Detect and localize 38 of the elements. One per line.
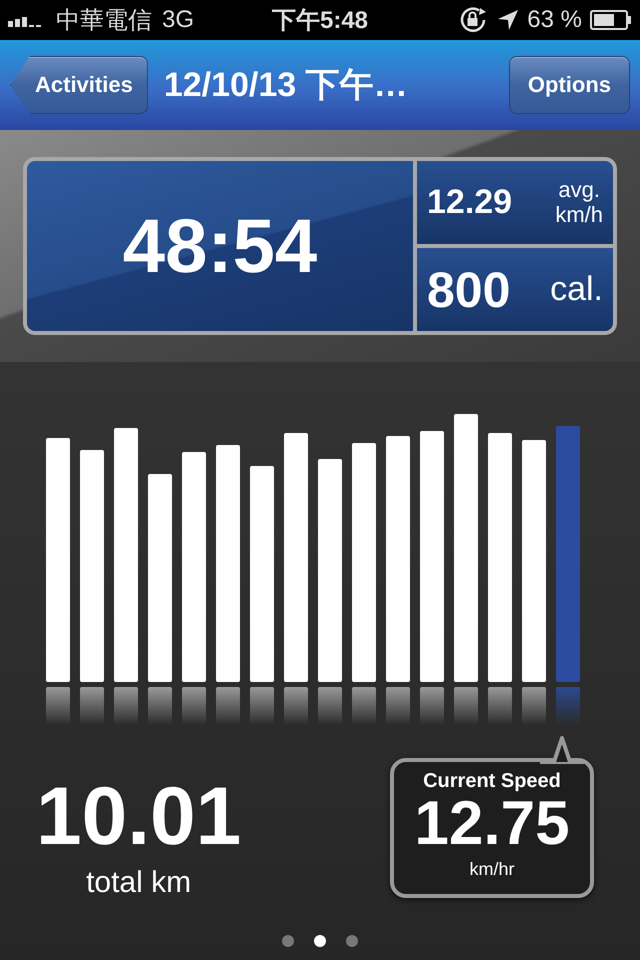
chart-bar[interactable] — [454, 414, 478, 725]
location-arrow-icon — [497, 9, 520, 31]
total-distance-value: 10.01 — [36, 776, 242, 858]
chart-bar[interactable] — [46, 438, 70, 725]
chart-bar[interactable] — [386, 436, 410, 725]
chart-bar[interactable] — [216, 445, 240, 725]
current-speed-value: 12.75 — [414, 793, 570, 855]
navigation-title: 12/10/13 下午… — [164, 65, 408, 106]
chart-bar[interactable] — [420, 431, 444, 725]
page-indicator-dot[interactable] — [282, 935, 294, 947]
chart-bar[interactable] — [114, 428, 138, 725]
chart-bar[interactable] — [284, 433, 308, 725]
duration-value: 48:54 — [122, 202, 318, 290]
back-button[interactable]: Activities — [10, 56, 148, 114]
network-type: 3G — [162, 6, 194, 34]
carrier-name: 中華電信 — [56, 6, 152, 36]
chart-bar[interactable] — [182, 452, 206, 725]
battery-percentage: 63 % — [527, 6, 582, 34]
page-indicator-dot[interactable] — [346, 935, 358, 947]
page-indicator-dot[interactable] — [314, 935, 326, 947]
chart-bar[interactable] — [318, 459, 342, 725]
battery-icon — [590, 10, 632, 30]
chart-bar[interactable] — [488, 433, 512, 725]
calories-unit: cal. — [550, 270, 603, 309]
calories-value: 800 — [427, 260, 510, 318]
current-speed-title: Current Speed — [423, 770, 561, 793]
current-speed-unit: km/hr — [470, 859, 514, 880]
chart-bar[interactable] — [352, 443, 376, 725]
average-speed-value: 12.29 — [427, 183, 512, 222]
total-distance-label: total km — [86, 866, 192, 900]
chart-bar[interactable] — [522, 440, 546, 725]
speed-unit: km/h — [555, 202, 603, 227]
clock: 下午5:48 — [272, 6, 368, 36]
average-label: avg. — [558, 178, 600, 202]
options-button[interactable]: Options — [508, 56, 630, 114]
chart-bar[interactable] — [80, 450, 104, 725]
chart-bar[interactable] — [148, 474, 172, 725]
chart-bar[interactable] — [250, 466, 274, 725]
